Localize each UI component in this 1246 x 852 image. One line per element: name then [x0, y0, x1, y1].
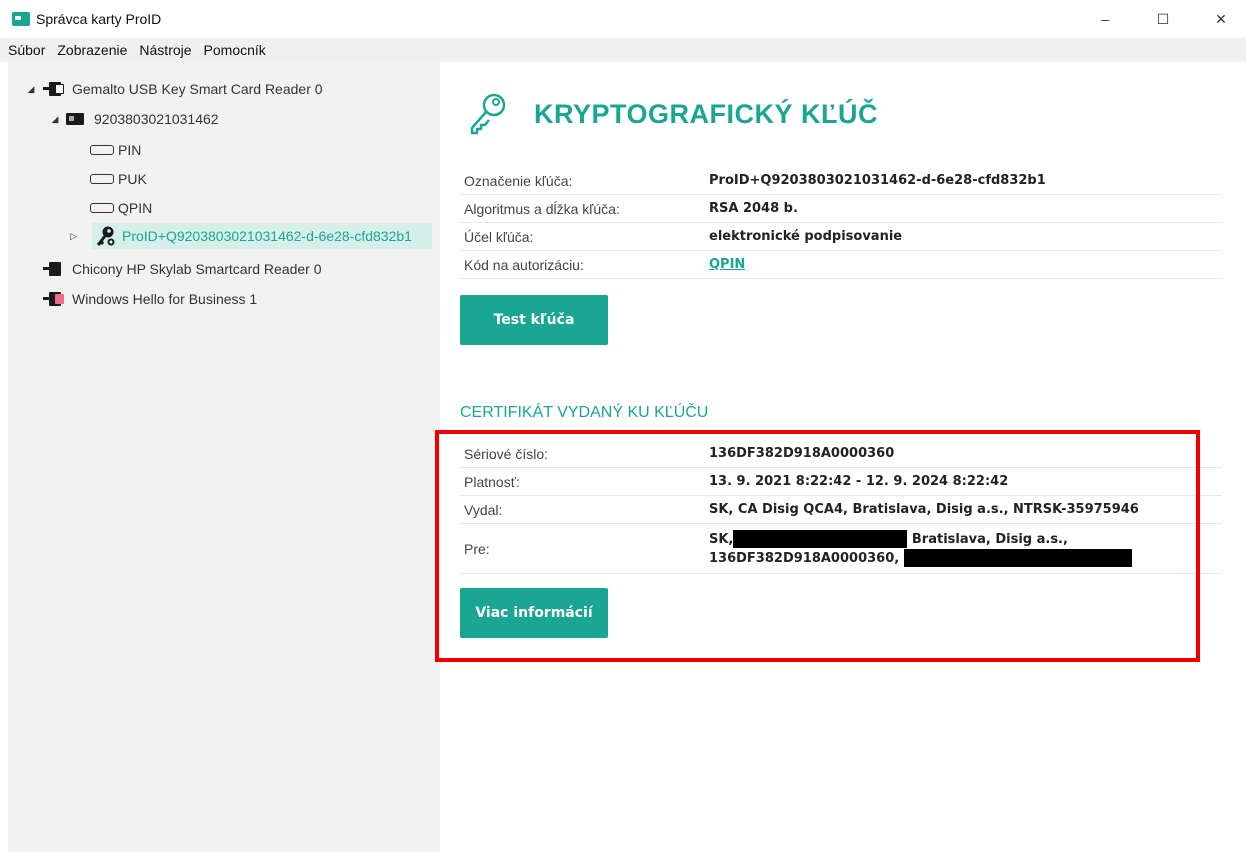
app-icon	[12, 12, 30, 26]
subject-part: Bratislava, Disig a.s.,	[907, 531, 1068, 547]
qpin-link[interactable]: QPIN	[709, 257, 1222, 272]
tree-item-pin[interactable]: PIN	[90, 137, 141, 163]
tree-item-key[interactable]: ProID+Q9203803021031462-d-6e28-cfd832b1	[92, 223, 432, 249]
pin-code-icon	[90, 169, 114, 184]
tree-item-label: Chicony HP Skylab Smartcard Reader 0	[72, 261, 322, 277]
tree-item-label: PIN	[118, 142, 142, 158]
key-outline-icon	[470, 93, 506, 135]
menu-bar: Súbor Zobrazenie Nástroje Pomocník	[0, 38, 1246, 62]
tree-item-label: 9203803021031462	[94, 111, 219, 127]
tree-item-card[interactable]: ◢ 9203803021031462	[48, 106, 219, 132]
prop-value: RSA 2048 b.	[709, 201, 798, 216]
menu-tools[interactable]: Nástroje	[137, 42, 193, 58]
prop-value: 13. 9. 2021 8:22:42 - 12. 9. 2024 8:22:4…	[709, 474, 1009, 489]
tree-item-label: ProID+Q9203803021031462-d-6e28-cfd832b1	[122, 228, 412, 244]
tree-item-label: Gemalto USB Key Smart Card Reader 0	[72, 81, 323, 97]
tree-item-qpin[interactable]: QPIN	[90, 195, 152, 221]
card-reader-icon	[42, 81, 64, 97]
window-title: Správca karty ProID	[36, 11, 162, 27]
tree-item-puk[interactable]: PUK	[90, 166, 147, 192]
key-prop-row: Kód na autorizáciu: QPIN	[460, 251, 1222, 279]
more-info-button[interactable]: Viac informácií	[460, 588, 608, 638]
menu-help[interactable]: Pomocník	[202, 42, 268, 58]
key-prop-row: Algoritmus a dĺžka kľúča: RSA 2048 b.	[460, 195, 1222, 223]
key-prop-row: Označenie kľúča: ProID+Q9203803021031462…	[460, 167, 1222, 195]
subject-part: 136DF382D918A0000360,	[709, 550, 900, 566]
prop-value: SK, CA Disig QCA4, Bratislava, Disig a.s…	[709, 502, 1139, 517]
test-key-button[interactable]: Test kľúča	[460, 295, 608, 345]
prop-label: Algoritmus a dĺžka kľúča:	[464, 200, 620, 217]
expanded-arrow-icon[interactable]: ◢	[48, 114, 62, 125]
pin-code-icon	[90, 140, 114, 155]
prop-label: Účel kľúča:	[464, 228, 534, 245]
prop-label: Označenie kľúča:	[464, 172, 573, 189]
smart-card-icon	[66, 113, 84, 125]
certificate-section-title: CERTIFIKÁT VYDANÝ KU KĽÚČU	[460, 404, 709, 421]
cert-prop-row: Pre: SK, Bratislava, Disig a.s., 136DF38…	[460, 524, 1222, 574]
certificate-properties-table: Sériové číslo: 136DF382D918A0000360 Plat…	[460, 440, 1222, 574]
tree-item-label: QPIN	[118, 200, 153, 216]
title-bar: Správca karty ProID – ☐ ✕	[0, 0, 1246, 38]
key-properties-table: Označenie kľúča: ProID+Q9203803021031462…	[460, 167, 1222, 279]
key-prop-row: Účel kľúča: elektronické podpisovanie	[460, 223, 1222, 251]
prop-label: Platnosť:	[464, 473, 520, 490]
cert-prop-row: Vydal: SK, CA Disig QCA4, Bratislava, Di…	[460, 496, 1222, 524]
cert-prop-row: Sériové číslo: 136DF382D918A0000360	[460, 440, 1222, 468]
tree-item-gemalto-reader[interactable]: ◢ Gemalto USB Key Smart Card Reader 0	[24, 76, 323, 102]
key-icon	[97, 226, 115, 246]
prop-label: Vydal:	[464, 501, 503, 518]
collapsed-arrow-icon[interactable]: ▷	[70, 231, 77, 242]
maximize-button[interactable]: ☐	[1145, 6, 1181, 32]
tree-item-label: PUK	[118, 171, 147, 187]
prop-value: 136DF382D918A0000360	[709, 446, 895, 461]
pin-code-icon	[90, 198, 114, 213]
prop-value: elektronické podpisovanie	[709, 229, 903, 244]
redaction-block	[733, 530, 908, 548]
card-reader-icon	[42, 261, 64, 277]
tree-item-label: Windows Hello for Business 1	[72, 291, 258, 307]
minimize-button[interactable]: –	[1087, 6, 1123, 32]
tree-item-chicony-reader[interactable]: Chicony HP Skylab Smartcard Reader 0	[42, 256, 322, 282]
prop-label: Sériové číslo:	[464, 445, 549, 462]
expanded-arrow-icon[interactable]: ◢	[24, 84, 38, 95]
prop-value: SK, Bratislava, Disig a.s., 136DF382D918…	[709, 530, 1222, 568]
detail-panel: KRYPTOGRAFICKÝ KĽÚČ Označenie kľúča: Pro…	[460, 62, 1230, 852]
tree-item-windows-hello[interactable]: Windows Hello for Business 1	[42, 286, 257, 312]
card-reader-icon	[42, 291, 64, 307]
redaction-block	[903, 549, 1132, 567]
prop-value: ProID+Q9203803021031462-d-6e28-cfd832b1	[709, 173, 1046, 188]
menu-view[interactable]: Zobrazenie	[55, 42, 129, 58]
page-title: KRYPTOGRAFICKÝ KĽÚČ	[534, 98, 879, 129]
close-button[interactable]: ✕	[1203, 6, 1239, 32]
cert-prop-row: Platnosť: 13. 9. 2021 8:22:42 - 12. 9. 2…	[460, 468, 1222, 496]
prop-label: Pre:	[464, 540, 490, 557]
device-tree: ◢ Gemalto USB Key Smart Card Reader 0 ◢ …	[8, 62, 440, 852]
subject-part: SK,	[709, 531, 734, 547]
menu-file[interactable]: Súbor	[6, 42, 47, 58]
page-header: KRYPTOGRAFICKÝ KĽÚČ	[468, 92, 878, 136]
prop-label: Kód na autorizáciu:	[464, 256, 584, 273]
